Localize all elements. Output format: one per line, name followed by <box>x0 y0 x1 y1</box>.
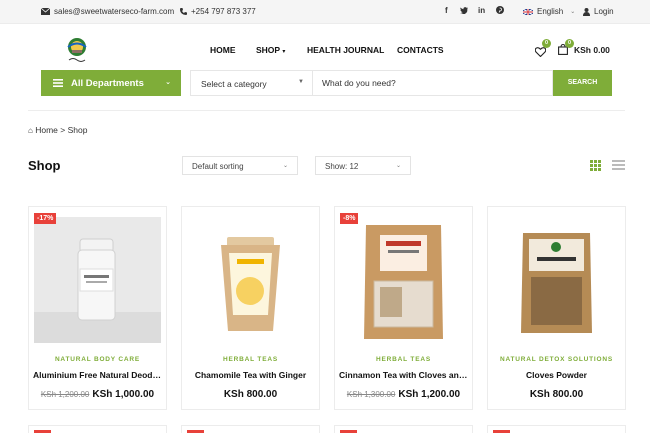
email-text: sales@sweetwaterseco-farm.com <box>54 7 175 16</box>
old-price: KSh 1,300.00 <box>346 390 396 399</box>
chevron-down-icon: ⌄ <box>570 9 576 15</box>
product-price: KSh 1,300.00 KSh 1,200.00 <box>335 384 472 402</box>
product-card[interactable] <box>28 425 167 433</box>
product-price: KSh 800.00 <box>182 384 319 402</box>
all-departments-label: All Departments <box>71 77 144 89</box>
phone-text: +254 797 873 377 <box>191 7 256 16</box>
twitter-icon[interactable] <box>460 7 468 14</box>
product-card[interactable]: HERBAL TEAS Chamomile Tea with Ginger KS… <box>181 206 320 410</box>
product-card[interactable]: NATURAL DETOX SOLUTIONS Cloves Powder KS… <box>487 206 626 410</box>
product-card[interactable] <box>181 425 320 433</box>
wishlist-count-badge: 0 <box>542 39 551 48</box>
nav-shop[interactable]: SHOP ▾ <box>256 45 285 55</box>
product-name[interactable]: Cinnamon Tea with Cloves and Sa... <box>339 370 468 380</box>
product-card[interactable] <box>334 425 473 433</box>
linkedin-icon[interactable]: in <box>478 6 485 15</box>
search-button[interactable]: SEARCH <box>553 70 612 96</box>
uk-flag-icon <box>523 8 533 15</box>
current-price: KSh 800.00 <box>223 389 278 400</box>
show-count-value: Show: 12 <box>325 162 359 171</box>
all-departments-button[interactable]: All Departments ⌄ <box>41 70 181 96</box>
search-input[interactable] <box>314 72 544 94</box>
sorting-value: Default sorting <box>192 162 244 171</box>
login-label: Login <box>594 7 614 16</box>
product-category[interactable]: NATURAL DETOX SOLUTIONS <box>488 356 625 363</box>
divider <box>312 71 313 95</box>
language-label: English <box>537 7 564 16</box>
product-name[interactable]: Chamomile Tea with Ginger <box>186 370 315 380</box>
product-price: KSh 800.00 <box>488 384 625 402</box>
cart-total: KSh 0.00 <box>574 45 610 55</box>
product-image[interactable] <box>34 217 161 343</box>
cart-count-badge: 0 <box>565 39 574 48</box>
wishlist-button[interactable]: 0 <box>534 39 551 58</box>
cart-button[interactable]: 0 KSh 0.00 <box>558 39 618 56</box>
product-image[interactable] <box>187 217 314 343</box>
breadcrumb: ⌂ Home > Shop <box>28 125 87 135</box>
login-link[interactable]: Login <box>583 7 614 16</box>
sale-badge: -17% <box>34 213 57 224</box>
caret-down-icon: ▼ <box>298 79 304 85</box>
page-title: Shop <box>28 158 61 173</box>
phone-icon <box>180 8 187 15</box>
breadcrumb-home[interactable]: Home <box>35 125 58 135</box>
sale-badge: -8% <box>340 213 359 224</box>
breadcrumb-current: Shop <box>67 125 88 135</box>
product-price: KSh 1,200.00 KSh 1,000.00 <box>29 384 166 402</box>
nav-home[interactable]: HOME <box>210 45 236 55</box>
pinterest-icon[interactable] <box>496 6 504 14</box>
product-card[interactable]: -8% HERBAL TEAS Cinnamon Tea with Cloves… <box>334 206 473 410</box>
show-count-select[interactable]: Show: 12 ⌄ <box>315 156 411 175</box>
user-icon <box>583 7 590 16</box>
current-price: KSh 800.00 <box>529 389 584 400</box>
heart-icon <box>534 47 547 58</box>
product-image[interactable] <box>493 217 620 343</box>
menu-icon <box>53 79 63 87</box>
nav-contacts[interactable]: CONTACTS <box>397 45 444 55</box>
grid-view-icon[interactable] <box>590 160 601 171</box>
chevron-down-icon: ⌄ <box>395 163 401 169</box>
current-price: KSh 1,000.00 <box>92 389 155 400</box>
site-logo[interactable] <box>60 36 94 66</box>
divider <box>28 110 625 111</box>
search-form: Select a category ▼ <box>190 70 553 96</box>
chevron-down-icon: ⌄ <box>165 79 171 86</box>
caret-down-icon: ▾ <box>282 49 286 55</box>
envelope-icon <box>41 8 50 15</box>
product-name[interactable]: Cloves Powder <box>492 370 621 380</box>
chevron-down-icon: ⌄ <box>282 163 288 169</box>
nav-health-journal[interactable]: HEALTH JOURNAL <box>307 45 384 55</box>
category-select[interactable]: Select a category <box>201 79 267 89</box>
breadcrumb-separator: > <box>60 125 66 135</box>
list-view-icon[interactable] <box>612 160 625 172</box>
product-name[interactable]: Aluminium Free Natural Deodorant <box>33 370 162 380</box>
old-price: KSh 1,200.00 <box>40 390 90 399</box>
email-contact[interactable]: sales@sweetwaterseco-farm.com <box>41 7 174 16</box>
product-card[interactable] <box>487 425 626 433</box>
language-switcher[interactable]: English ⌄ <box>523 7 575 16</box>
top-bar: sales@sweetwaterseco-farm.com +254 797 8… <box>0 0 650 24</box>
product-image[interactable] <box>340 217 467 343</box>
product-card[interactable]: -17% NATURAL BODY CARE Aluminium Free Na… <box>28 206 167 410</box>
sorting-select[interactable]: Default sorting ⌄ <box>182 156 298 175</box>
product-category[interactable]: NATURAL BODY CARE <box>29 356 166 363</box>
nav-shop-label: SHOP <box>256 45 280 55</box>
facebook-icon[interactable]: f <box>445 6 448 15</box>
product-category[interactable]: HERBAL TEAS <box>182 356 319 363</box>
product-category[interactable]: HERBAL TEAS <box>335 356 472 363</box>
phone-contact[interactable]: +254 797 873 377 <box>180 7 256 16</box>
current-price: KSh 1,200.00 <box>398 389 461 400</box>
home-icon: ⌂ <box>28 126 33 135</box>
